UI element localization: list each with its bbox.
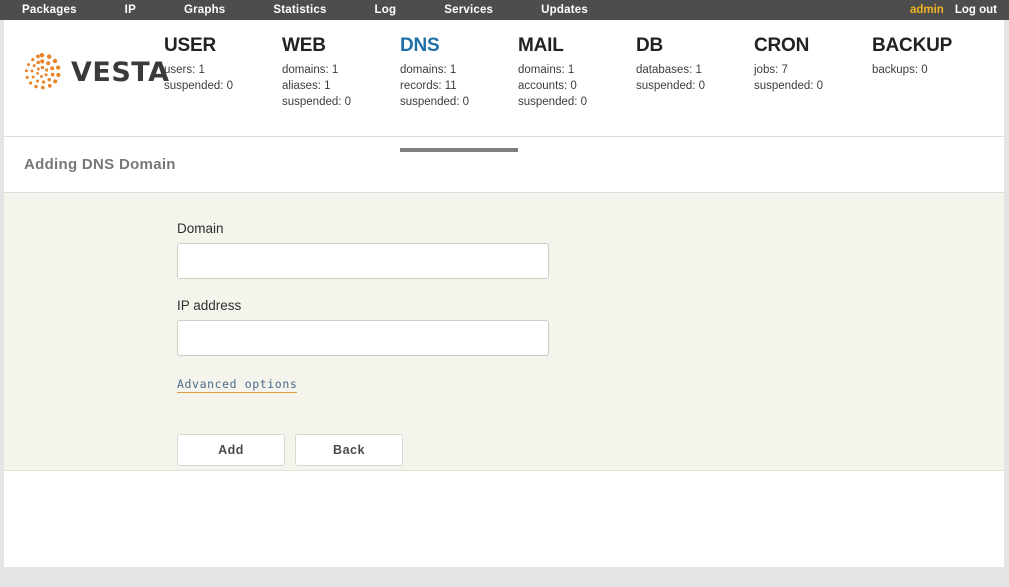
back-button[interactable]: Back [295,434,403,466]
top-nav-user-area: admin Log out [910,0,997,20]
page-title-bar: Adding DNS Domain [4,137,1004,193]
vesta-dots-spiral-icon [20,50,64,94]
advanced-options-link[interactable]: Advanced options [177,377,298,393]
stat-title-dns: DNS [400,35,440,56]
stats-panels: USER users: 1 suspended: 0 WEB domains: … [164,20,1004,152]
stat-title-web: WEB [282,35,326,56]
ip-address-label: IP address [177,298,242,313]
stat-panel-user[interactable]: USER users: 1 suspended: 0 [164,34,282,136]
stat-web-domains: domains: 1 [282,64,339,76]
stat-db-suspended: suspended: 0 [636,80,706,92]
stat-panel-backup[interactable]: BACKUP backups: 0 [872,34,990,136]
nav-services[interactable]: Services [444,0,493,20]
stat-panel-cron[interactable]: CRON jobs: 7 suspended: 0 [754,34,872,136]
stat-web-suspended: suspended: 0 [282,96,352,108]
nav-updates[interactable]: Updates [541,0,588,20]
nav-packages[interactable]: Packages [22,0,77,20]
stat-cron-jobs: jobs: 7 [754,64,788,76]
domain-label: Domain [177,221,224,236]
stat-title-mail: MAIL [518,35,564,56]
stat-web-aliases: aliases: 1 [282,80,331,92]
stats-header: VESTA USER users: 1 suspended: 0 WEB dom… [4,20,1004,152]
nav-ip[interactable]: IP [125,0,136,20]
add-button[interactable]: Add [177,434,285,466]
page-title: Adding DNS Domain [24,156,176,173]
footer-area [4,471,1004,567]
stat-user-users: users: 1 [164,64,205,76]
form-actions: Add Back [177,434,1004,466]
domain-input[interactable] [177,243,549,279]
stat-panel-web[interactable]: WEB domains: 1 aliases: 1 suspended: 0 [282,34,400,136]
logout-link[interactable]: Log out [955,0,997,20]
brand-name: VESTA [71,56,170,88]
stat-title-backup: BACKUP [872,35,953,56]
vesta-control-panel: Packages IP Graphs Statistics Log Servic… [0,0,1009,587]
stat-title-db: DB [636,35,664,56]
stat-mail-suspended: suspended: 0 [518,96,588,108]
add-dns-domain-form: Domain IP address Advanced options Add B… [4,193,1004,471]
stat-dns-suspended: suspended: 0 [400,96,470,108]
nav-statistics[interactable]: Statistics [273,0,326,20]
stat-panel-mail[interactable]: MAIL domains: 1 accounts: 0 suspended: 0 [518,34,636,136]
stat-dns-records: records: 11 [400,80,457,92]
stat-cron-suspended: suspended: 0 [754,80,824,92]
stat-db-databases: databases: 1 [636,64,702,76]
stat-mail-domains: domains: 1 [518,64,575,76]
nav-graphs[interactable]: Graphs [184,0,225,20]
current-user-link[interactable]: admin [910,0,944,20]
page-shell: VESTA USER users: 1 suspended: 0 WEB dom… [4,20,1004,567]
nav-log[interactable]: Log [375,0,397,20]
stat-panel-db[interactable]: DB databases: 1 suspended: 0 [636,34,754,136]
stat-active-underline-dns [400,148,518,152]
stat-title-cron: CRON [754,35,810,56]
stat-mail-accounts: accounts: 0 [518,80,577,92]
stat-dns-domains: domains: 1 [400,64,457,76]
ip-address-input[interactable] [177,320,549,356]
stat-backup-backups: backups: 0 [872,64,928,76]
stat-panel-dns[interactable]: DNS domains: 1 records: 11 suspended: 0 [400,34,518,152]
stat-user-suspended: suspended: 0 [164,80,234,92]
top-nav-items: Packages IP Graphs Statistics Log Servic… [22,0,588,20]
brand-logo[interactable]: VESTA [4,20,169,94]
stat-title-user: USER [164,35,216,56]
top-navigation-bar: Packages IP Graphs Statistics Log Servic… [0,0,1009,20]
